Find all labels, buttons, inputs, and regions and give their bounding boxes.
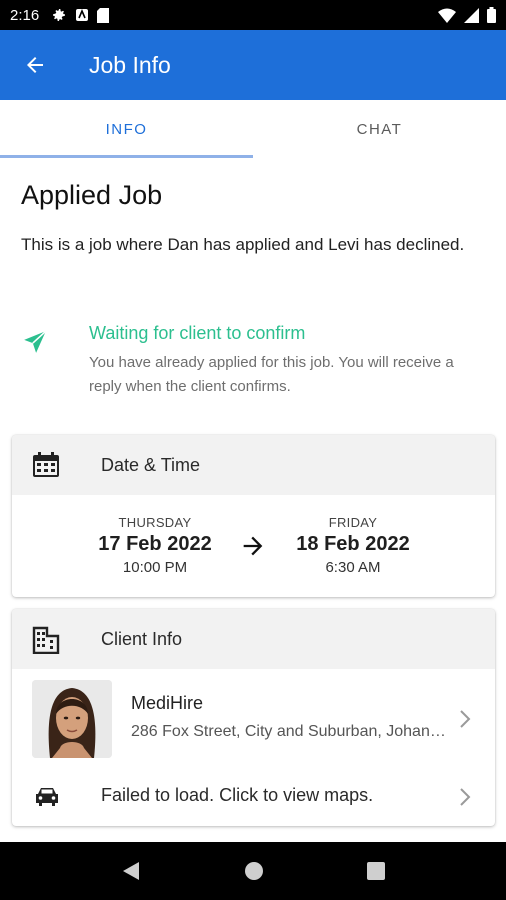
tab-bar: INFO CHAT: [0, 100, 506, 158]
battery-icon: [487, 7, 496, 23]
start-datetime: THURSDAY 17 Feb 2022 10:00 PM: [70, 515, 240, 576]
arrow-left-icon: [27, 57, 43, 73]
status-system-icons: [438, 7, 496, 23]
job-description: This is a job where Dan has applied and …: [21, 235, 465, 254]
start-time: 10:00 PM: [122, 559, 188, 576]
end-day: FRIDAY: [328, 515, 378, 530]
client-row[interactable]: MediHire 286 Fox Street, City and Suburb…: [12, 669, 495, 769]
signal-icon: [464, 7, 479, 23]
status-title: Waiting for client to confirm: [89, 323, 306, 343]
client-info-card: Client Info MediHire 286 Fox Street, Cit…: [12, 609, 495, 826]
chevron-right-icon: [460, 710, 471, 728]
nav-home-icon[interactable]: [244, 861, 264, 881]
back-button[interactable]: [0, 30, 70, 100]
app-bar: Job Info: [0, 30, 506, 100]
app-notification-icon: [76, 8, 89, 21]
client-avatar: [32, 680, 112, 758]
nav-recents-icon[interactable]: [366, 862, 385, 880]
tab-info[interactable]: INFO: [0, 100, 253, 158]
status-time: 2:16: [10, 6, 40, 24]
tab-chat[interactable]: CHAT: [253, 100, 506, 158]
sd-card-icon: [97, 7, 110, 23]
settings-icon: [53, 9, 66, 21]
end-time: 6:30 AM: [325, 559, 381, 576]
status-bar: 2:16: [0, 0, 506, 30]
job-title: Applied Job: [21, 180, 163, 210]
date-time-header: Date & Time: [12, 435, 495, 495]
job-status: Waiting for client to confirm You have a…: [0, 323, 506, 403]
car-icon: [36, 788, 58, 806]
arrow-right-icon: [243, 536, 263, 556]
view-map-row[interactable]: Failed to load. Click to view maps.: [12, 769, 495, 825]
start-day: THURSDAY: [118, 515, 192, 530]
building-icon: [32, 626, 60, 654]
send-icon: [24, 330, 47, 353]
start-date: 17 Feb 2022: [98, 533, 212, 555]
status-notification-icons: [51, 7, 110, 23]
status-text: You have already applied for this job. Y…: [89, 354, 454, 395]
end-datetime: FRIDAY 18 Feb 2022 6:30 AM: [268, 515, 438, 576]
nav-back-icon[interactable]: [121, 860, 141, 882]
main-content: Applied Job This is a job where Dan has …: [0, 158, 506, 842]
date-time-title: Date & Time: [101, 454, 201, 475]
map-status-text: Failed to load. Click to view maps.: [101, 785, 374, 805]
system-nav-bar: [0, 842, 506, 900]
client-name: MediHire: [131, 693, 204, 713]
wifi-icon: [438, 8, 456, 23]
end-date: 18 Feb 2022: [296, 533, 410, 555]
date-time-body: THURSDAY 17 Feb 2022 10:00 PM FRIDAY 18 …: [12, 495, 495, 597]
client-address: 286 Fox Street, City and Suburban, Johan…: [131, 723, 449, 740]
calendar-icon: [33, 452, 59, 477]
page-title: Job Info: [89, 51, 171, 78]
client-info-title: Client Info: [101, 628, 183, 649]
client-info-header: Client Info: [12, 609, 495, 669]
chevron-right-icon: [460, 788, 471, 806]
date-time-card: Date & Time THURSDAY 17 Feb 2022 10:00 P…: [12, 435, 495, 597]
